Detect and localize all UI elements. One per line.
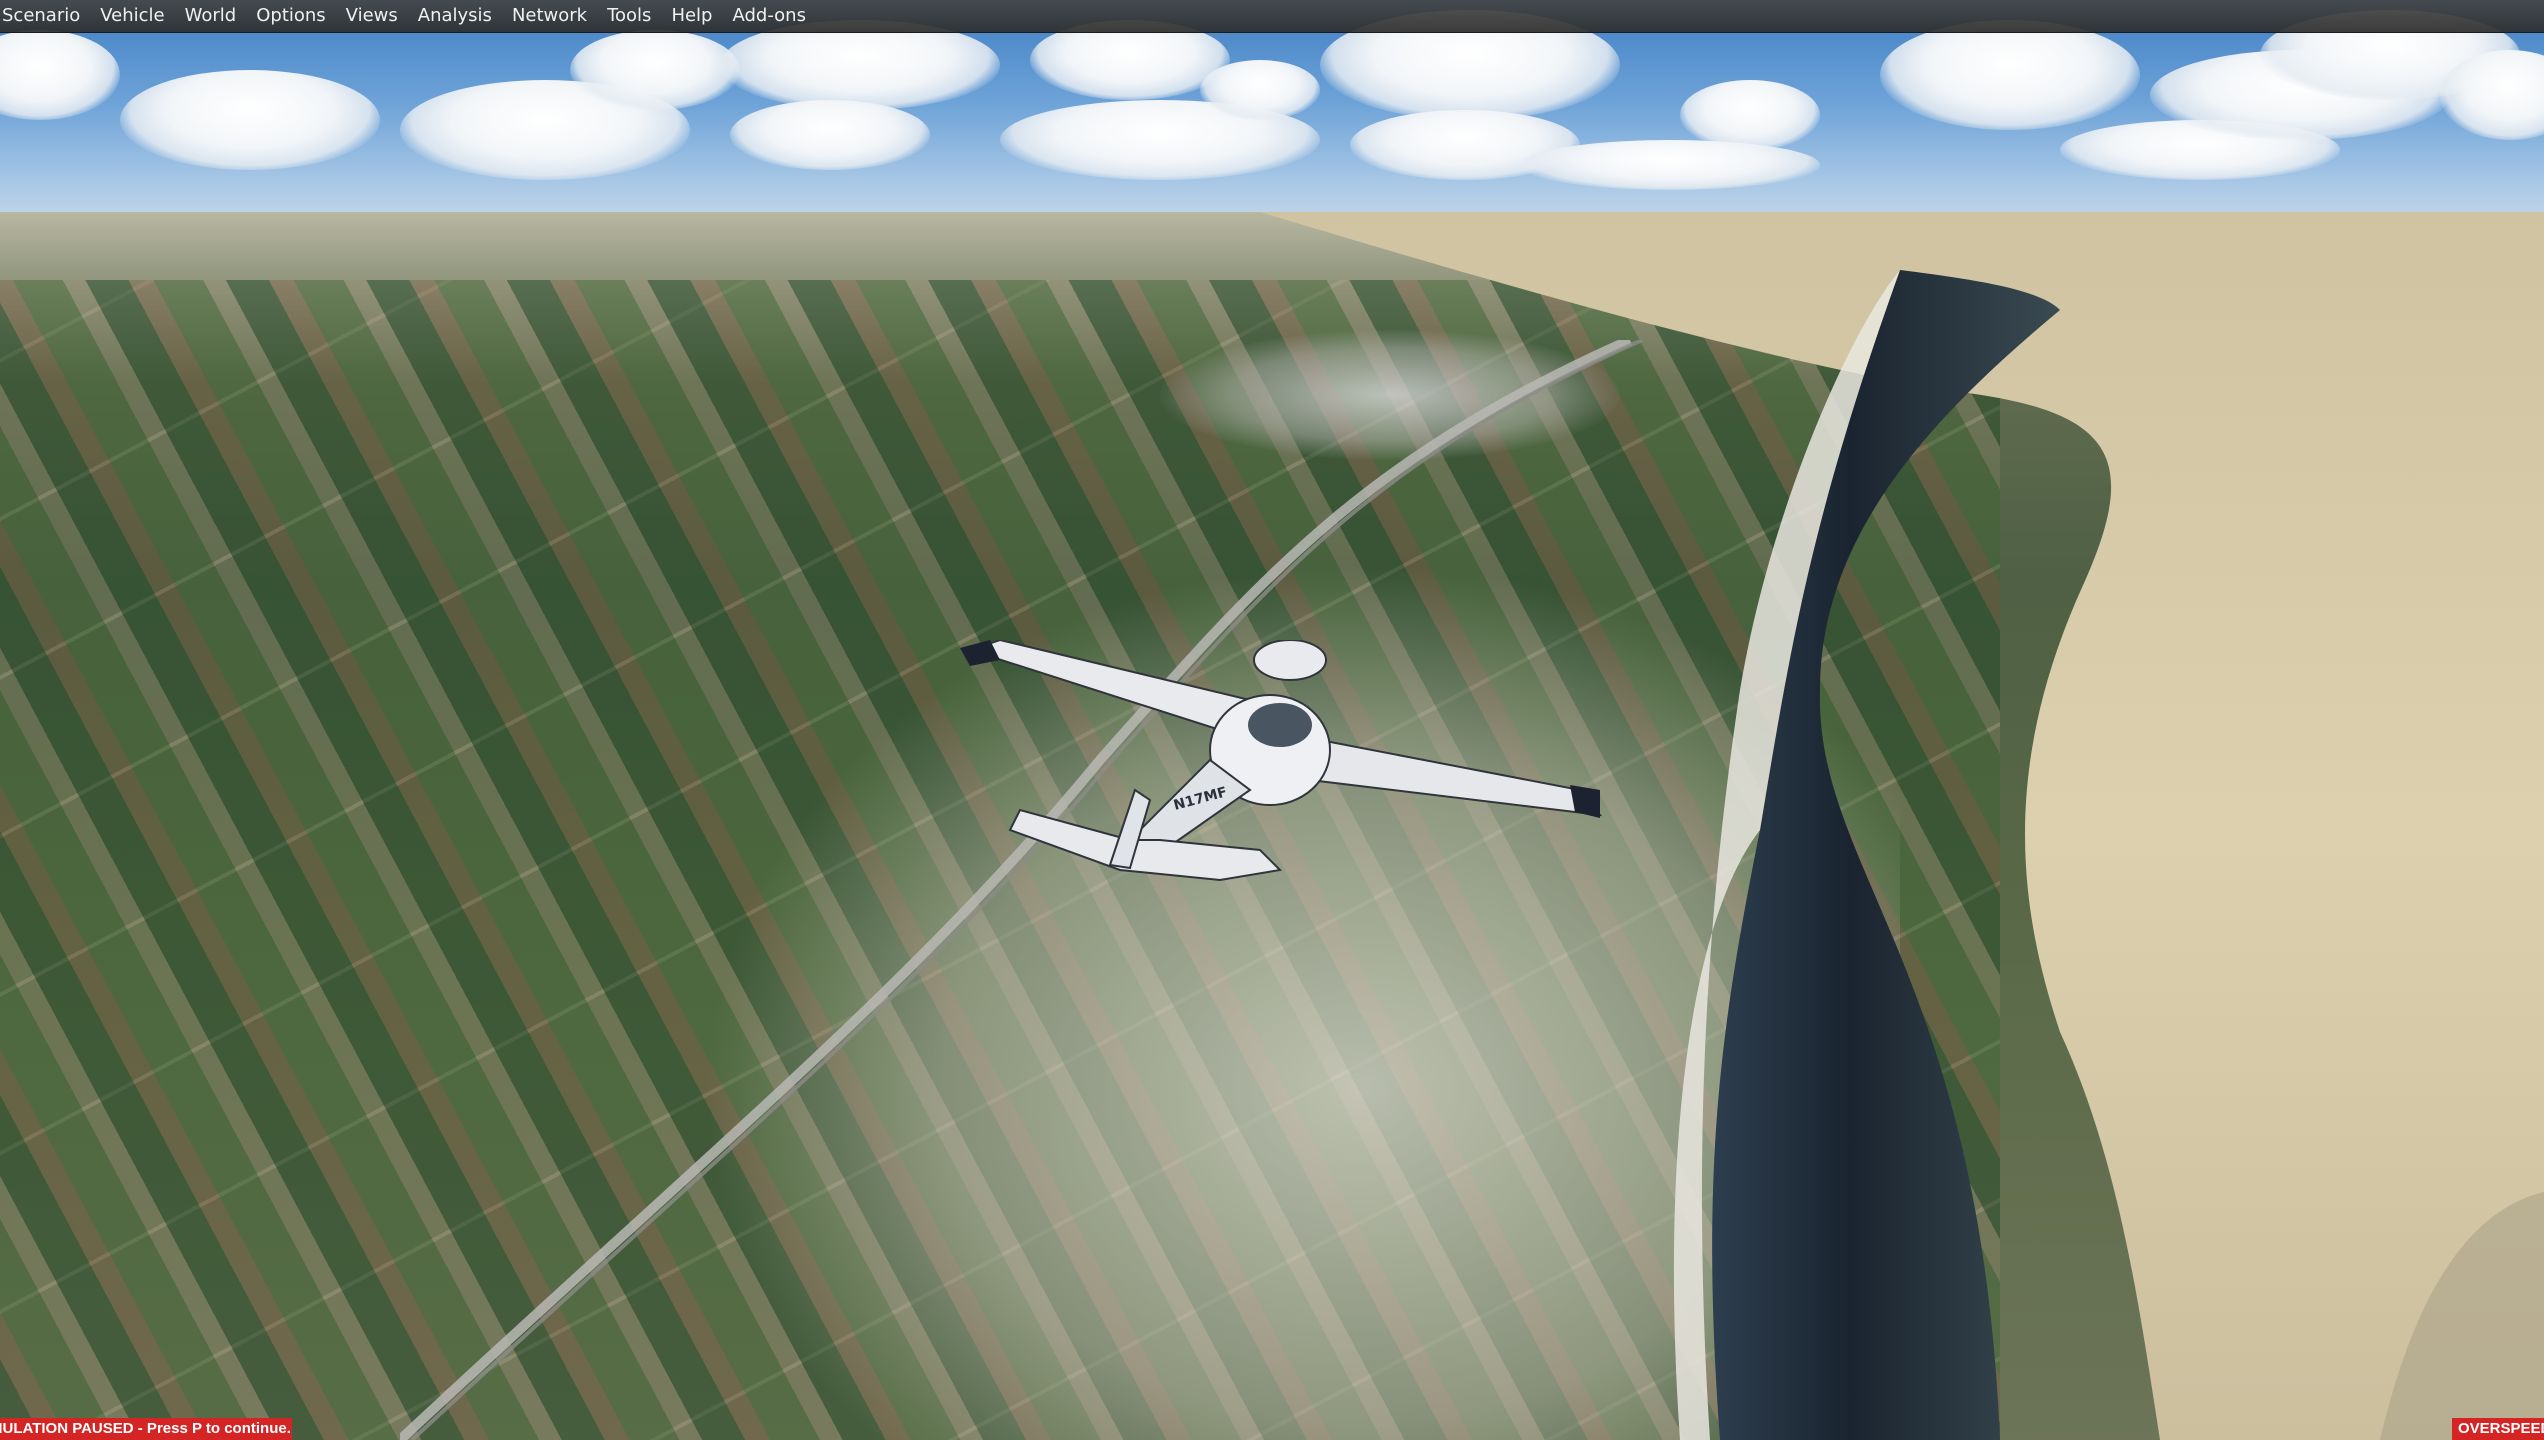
cloud <box>0 30 120 120</box>
menu-scenario[interactable]: Scenario <box>0 0 90 32</box>
cloud <box>1520 140 1820 190</box>
cloud <box>730 100 930 170</box>
overspeed-warning: OVERSPEED <box>2452 1418 2544 1440</box>
menu-options[interactable]: Options <box>246 0 335 32</box>
simulator-viewport[interactable]: N17MF Scenario Vehicle World Options Vie… <box>0 0 2544 1440</box>
aircraft: N17MF <box>960 640 1603 882</box>
simulation-paused-status: MULATION PAUSED - Press P to continue. <box>0 1418 292 1440</box>
menu-bar: Scenario Vehicle World Options Views Ana… <box>0 0 2544 33</box>
cloud <box>1680 80 1820 150</box>
sea <box>1673 270 2060 1440</box>
cloud <box>570 30 740 110</box>
menu-tools[interactable]: Tools <box>597 0 661 32</box>
menu-help[interactable]: Help <box>661 0 722 32</box>
cloud <box>720 20 1000 110</box>
menu-vehicle[interactable]: Vehicle <box>90 0 174 32</box>
cloud <box>1200 60 1320 120</box>
menu-add-ons[interactable]: Add-ons <box>722 0 815 32</box>
cloud <box>1880 20 2140 130</box>
menu-network[interactable]: Network <box>502 0 597 32</box>
cloud <box>120 70 380 170</box>
menu-views[interactable]: Views <box>336 0 408 32</box>
sky <box>0 0 2544 230</box>
menu-analysis[interactable]: Analysis <box>408 0 502 32</box>
menu-world[interactable]: World <box>175 0 247 32</box>
